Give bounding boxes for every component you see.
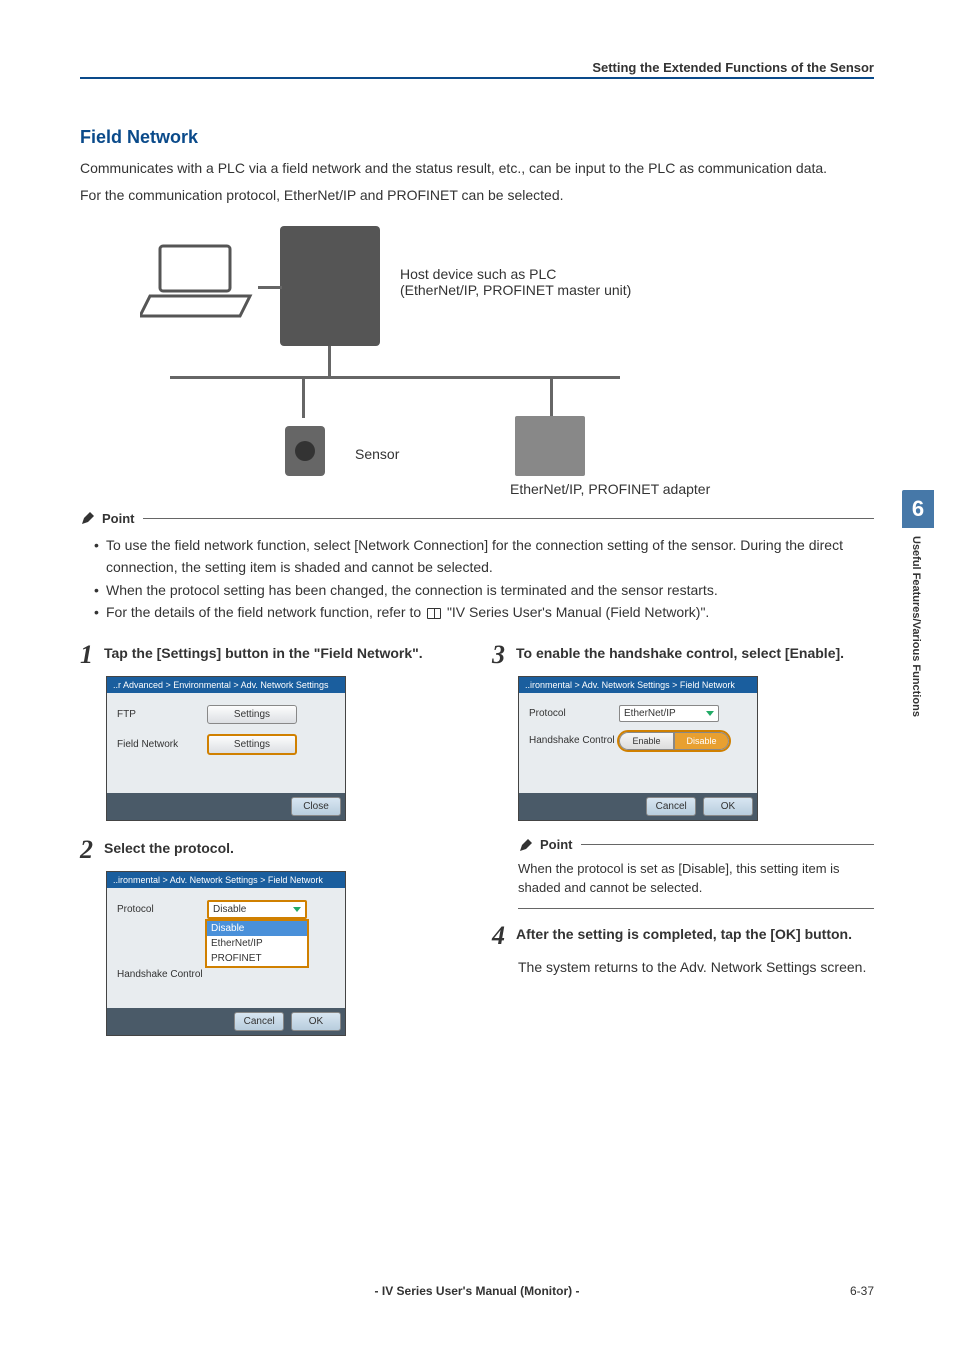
page-footer: - IV Series User's Manual (Monitor) - 6-… <box>80 1284 874 1298</box>
field-network-label: Field Network <box>117 739 207 750</box>
ui-panel-field-network-handshake: ..ironmental > Adv. Network Settings > F… <box>518 676 758 821</box>
breadcrumb: ..ironmental > Adv. Network Settings > F… <box>519 677 757 693</box>
adapter-icon <box>515 416 585 476</box>
point-label: Point <box>102 511 135 526</box>
step-text: To enable the handshake control, select … <box>516 642 844 668</box>
step-3: 3 To enable the handshake control, selec… <box>492 642 874 668</box>
breadcrumb: ..ironmental > Adv. Network Settings > F… <box>107 872 345 888</box>
ok-button[interactable]: OK <box>703 797 753 816</box>
ui-panel-field-network-protocol: ..ironmental > Adv. Network Settings > F… <box>106 871 346 1036</box>
step-number: 1 <box>80 642 104 668</box>
step-text: After the setting is completed, tap the … <box>516 923 852 949</box>
protocol-dropdown[interactable]: Disable EtherNet/IP PROFINET <box>205 919 309 968</box>
sensor-label: Sensor <box>355 446 399 462</box>
ftp-settings-button[interactable]: Settings <box>207 705 297 724</box>
step-text: Select the protocol. <box>104 837 234 863</box>
step-number: 4 <box>492 923 516 949</box>
point-item: When the protocol setting has been chang… <box>94 579 874 601</box>
handshake-label: Handshake Control <box>117 969 207 980</box>
adapter-label: EtherNet/IP, PROFINET adapter <box>510 481 710 497</box>
host-device-icon <box>280 226 380 346</box>
connector-line <box>550 378 553 418</box>
intro-p1: Communicates with a PLC via a field netw… <box>80 158 874 179</box>
step4-followup: The system returns to the Adv. Network S… <box>518 957 874 978</box>
book-icon <box>427 608 441 619</box>
handshake-label: Handshake Control <box>529 735 619 746</box>
host-device-label: Host device such as PLC(EtherNet/IP, PRO… <box>400 266 631 298</box>
point-list: To use the field network function, selec… <box>94 534 874 624</box>
protocol-option-ethernetip[interactable]: EtherNet/IP <box>207 936 307 951</box>
protocol-label: Protocol <box>117 904 207 915</box>
ok-button[interactable]: OK <box>291 1012 341 1031</box>
point-callout: Point <box>80 510 874 526</box>
protocol-option-profinet[interactable]: PROFINET <box>207 951 307 966</box>
header-title: Setting the Extended Functions of the Se… <box>592 60 874 75</box>
network-diagram: Host device such as PLC(EtherNet/IP, PRO… <box>80 216 874 496</box>
point-item: To use the field network function, selec… <box>94 534 874 579</box>
cancel-button[interactable]: Cancel <box>234 1012 284 1031</box>
section-title: Field Network <box>80 119 874 148</box>
pen-icon <box>518 837 534 853</box>
close-button[interactable]: Close <box>291 797 341 816</box>
chapter-number: 6 <box>902 490 934 528</box>
step-4: 4 After the setting is completed, tap th… <box>492 923 874 949</box>
point-item: For the details of the field network fun… <box>94 601 874 623</box>
protocol-label: Protocol <box>529 708 619 719</box>
toggle-enable[interactable]: Enable <box>619 732 674 750</box>
chapter-title: Useful Features/Various Functions <box>902 528 930 725</box>
ftp-label: FTP <box>117 709 207 720</box>
connector-line <box>258 286 282 289</box>
running-header: Setting the Extended Functions of the Se… <box>80 60 874 79</box>
pen-icon <box>80 510 96 526</box>
connector-line <box>302 378 305 418</box>
protocol-select[interactable]: EtherNet/IP <box>619 705 719 722</box>
laptop-icon <box>140 236 260 326</box>
point-callout: Point <box>518 837 874 853</box>
step-1: 1 Tap the [Settings] button in the "Fiel… <box>80 642 462 668</box>
step-number: 3 <box>492 642 516 668</box>
cancel-button[interactable]: Cancel <box>646 797 696 816</box>
step-2: 2 Select the protocol. <box>80 837 462 863</box>
step-text: Tap the [Settings] button in the "Field … <box>104 642 423 668</box>
chevron-down-icon <box>293 907 301 912</box>
ui-panel-adv-network-settings: ..r Advanced > Environmental > Adv. Netw… <box>106 676 346 821</box>
protocol-option-disable[interactable]: Disable <box>207 921 307 936</box>
handshake-toggle[interactable]: Enable Disable <box>619 732 729 750</box>
field-network-settings-button[interactable]: Settings <box>207 734 297 755</box>
footer-manual-name: - IV Series User's Manual (Monitor) - <box>140 1284 814 1298</box>
intro-p2: For the communication protocol, EtherNet… <box>80 185 874 206</box>
protocol-select[interactable]: Disable <box>207 900 307 919</box>
chevron-down-icon <box>706 711 714 716</box>
chapter-tab: 6 Useful Features/Various Functions <box>902 490 934 725</box>
toggle-disable[interactable]: Disable <box>674 732 729 750</box>
breadcrumb: ..r Advanced > Environmental > Adv. Netw… <box>107 677 345 693</box>
sensor-icon <box>265 416 345 486</box>
point-label: Point <box>540 837 573 852</box>
connector-line <box>328 346 331 376</box>
footer-page-number: 6-37 <box>814 1284 874 1298</box>
step-number: 2 <box>80 837 104 863</box>
step3-point-text: When the protocol is set as [Disable], t… <box>518 859 874 898</box>
